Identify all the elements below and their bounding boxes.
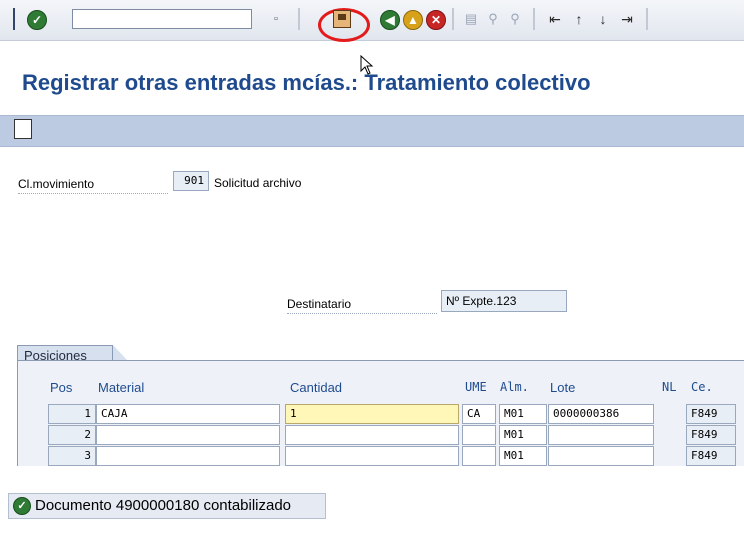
print-icon[interactable]: ▤ — [463, 10, 479, 26]
column-header-unit[interactable]: UME — [465, 380, 487, 394]
row-2-batch[interactable] — [548, 425, 654, 445]
row-3-storage[interactable]: M01 — [499, 446, 547, 466]
cancel-icon[interactable]: ✕ — [426, 10, 446, 30]
movement-type-field: 901 — [173, 171, 209, 191]
toolbar-separator — [298, 8, 300, 30]
row-2-quantity[interactable] — [285, 425, 459, 445]
field-underline — [18, 193, 168, 194]
movement-type-text: Solicitud archivo — [214, 176, 302, 190]
row-1-material[interactable]: CAJA — [96, 404, 280, 424]
row-1-plant: F849 — [686, 404, 736, 424]
command-field[interactable] — [72, 9, 252, 29]
row-3-unit[interactable] — [462, 446, 496, 466]
find-next-icon[interactable]: ⚲ — [507, 10, 523, 26]
column-header-batch[interactable]: Lote — [550, 380, 575, 395]
column-header-plant[interactable]: Ce. — [691, 380, 713, 394]
movement-type-label: Cl.movimiento — [18, 177, 95, 191]
row-1-pos: 1 — [48, 404, 96, 424]
enter-icon[interactable]: ✓ — [27, 10, 47, 30]
save-icon[interactable] — [333, 10, 351, 28]
row-3-pos: 3 — [48, 446, 96, 466]
screen-cutoff — [0, 466, 744, 485]
column-header-nl[interactable]: NL — [662, 380, 676, 394]
column-header-quantity[interactable]: Cantidad — [290, 380, 342, 395]
find-icon[interactable]: ⚲ — [485, 10, 501, 26]
row-1-storage[interactable]: M01 — [499, 404, 547, 424]
row-1-quantity[interactable]: 1 — [285, 404, 459, 424]
row-3-batch[interactable] — [548, 446, 654, 466]
row-1-unit[interactable]: CA — [462, 404, 496, 424]
toolbar-separator — [533, 8, 535, 30]
row-2-plant: F849 — [686, 425, 736, 445]
toolbar-separator — [13, 8, 15, 30]
toolbar-separator — [646, 8, 648, 30]
row-3-plant: F849 — [686, 446, 736, 466]
row-2-pos: 2 — [48, 425, 96, 445]
status-bar: ✓ Documento 4900000180 contabilizado — [0, 485, 744, 535]
recipient-label: Destinatario — [287, 297, 352, 311]
tab-corner — [113, 345, 127, 360]
field-underline — [287, 313, 437, 314]
column-header-material[interactable]: Material — [98, 380, 144, 395]
last-page-icon[interactable]: ⇥ — [618, 10, 636, 28]
status-message-box: ✓ Documento 4900000180 contabilizado — [8, 493, 326, 519]
command-history-icon[interactable]: ▫ — [267, 10, 285, 28]
toolbar-separator — [452, 8, 454, 30]
column-header-storage[interactable]: Alm. — [500, 380, 529, 394]
row-3-quantity[interactable] — [285, 446, 459, 466]
first-page-icon[interactable]: ⇤ — [546, 10, 564, 28]
column-header-pos[interactable]: Pos — [50, 380, 72, 395]
page-title: Registrar otras entradas mcías.: Tratami… — [22, 70, 591, 95]
new-document-icon[interactable] — [14, 119, 32, 139]
recipient-field[interactable]: Nº Expte.123 — [441, 290, 567, 312]
application-toolbar — [0, 115, 744, 147]
row-3-material[interactable] — [96, 446, 280, 466]
row-2-material[interactable] — [96, 425, 280, 445]
success-icon: ✓ — [13, 497, 31, 515]
standard-toolbar: ✓ ▫ ◀ ▲ ✕ ▤ ⚲ ⚲ ⇤ ↑ ↓ ⇥ — [0, 0, 744, 75]
row-2-unit[interactable] — [462, 425, 496, 445]
row-1-batch[interactable]: 0000000386 — [548, 404, 654, 424]
exit-icon[interactable]: ▲ — [403, 10, 423, 30]
status-message: Documento 4900000180 contabilizado — [35, 497, 292, 514]
row-2-storage[interactable]: M01 — [499, 425, 547, 445]
previous-page-icon[interactable]: ↑ — [570, 10, 588, 28]
back-icon[interactable]: ◀ — [380, 10, 400, 30]
next-page-icon[interactable]: ↓ — [594, 10, 612, 28]
